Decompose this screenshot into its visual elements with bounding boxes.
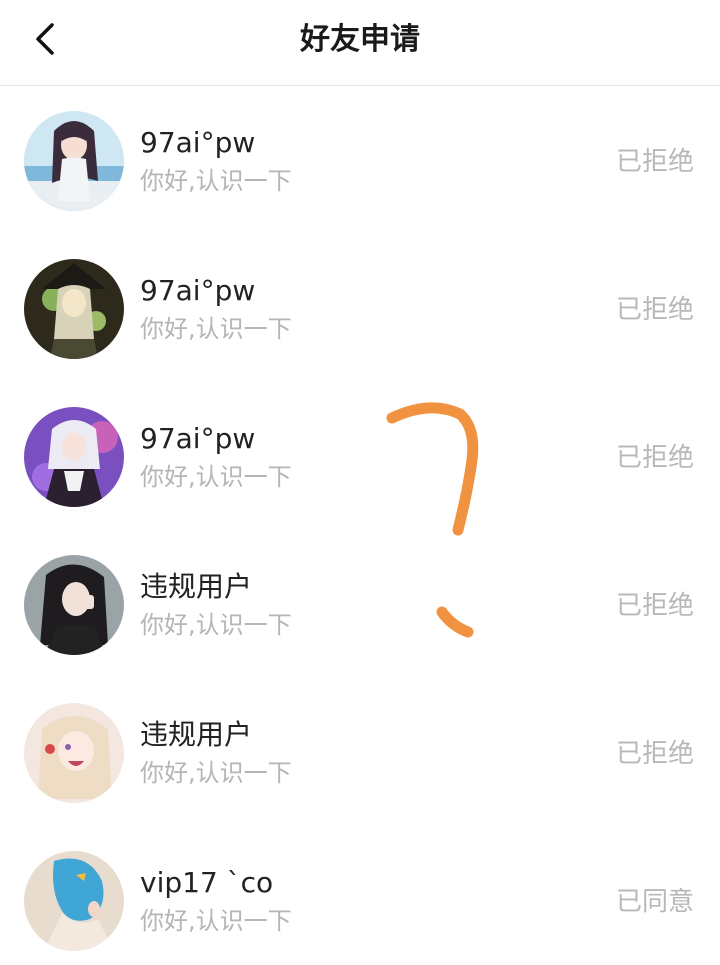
avatar[interactable] — [24, 111, 124, 211]
list-item[interactable]: 违规用户 你好,认识一下 已拒绝 — [0, 531, 720, 679]
request-message: 你好,认识一下 — [140, 315, 292, 343]
requester-name: 违规用户 — [140, 570, 253, 603]
status-label: 已拒绝 — [615, 591, 694, 621]
avatar[interactable] — [24, 851, 124, 951]
status-label: 已拒绝 — [615, 295, 694, 325]
avatar[interactable] — [24, 703, 124, 803]
avatar[interactable] — [24, 259, 124, 359]
requester-name: 97ai°pw — [140, 126, 256, 159]
list-item[interactable]: 97ai°pw 你好,认识一下 已拒绝 — [0, 87, 720, 235]
request-message: 你好,认识一下 — [140, 463, 292, 491]
page-title: 好友申请 — [300, 22, 420, 57]
request-message: 你好,认识一下 — [140, 611, 292, 639]
status-label: 已拒绝 — [615, 147, 694, 177]
avatar[interactable] — [24, 407, 124, 507]
requester-name: vip17 `co — [140, 866, 274, 899]
friend-requests-screen: 好友申请 97ai°pw 你好,认识一下 已拒绝 97ai°pw 你好,认识一下… — [0, 0, 720, 965]
requester-name: 违规用户 — [140, 718, 253, 751]
requester-name: 97ai°pw — [140, 422, 256, 455]
request-list: 97ai°pw 你好,认识一下 已拒绝 97ai°pw 你好,认识一下 已拒绝 — [0, 87, 720, 965]
list-item[interactable]: vip17 `co 你好,认识一下 已同意 — [0, 827, 720, 965]
avatar[interactable] — [24, 555, 124, 655]
request-message: 你好,认识一下 — [140, 167, 292, 195]
list-item[interactable]: 违规用户 你好,认识一下 已拒绝 — [0, 679, 720, 827]
list-item[interactable]: 97ai°pw 你好,认识一下 已拒绝 — [0, 235, 720, 383]
request-message: 你好,认识一下 — [140, 759, 292, 787]
header-bar: 好友申请 — [0, 0, 720, 86]
list-item[interactable]: 97ai°pw 你好,认识一下 已拒绝 — [0, 383, 720, 531]
request-message: 你好,认识一下 — [140, 907, 292, 935]
status-label: 已拒绝 — [615, 443, 694, 473]
status-label: 已同意 — [615, 887, 694, 917]
requester-name: 97ai°pw — [140, 274, 256, 307]
status-label: 已拒绝 — [615, 739, 694, 769]
